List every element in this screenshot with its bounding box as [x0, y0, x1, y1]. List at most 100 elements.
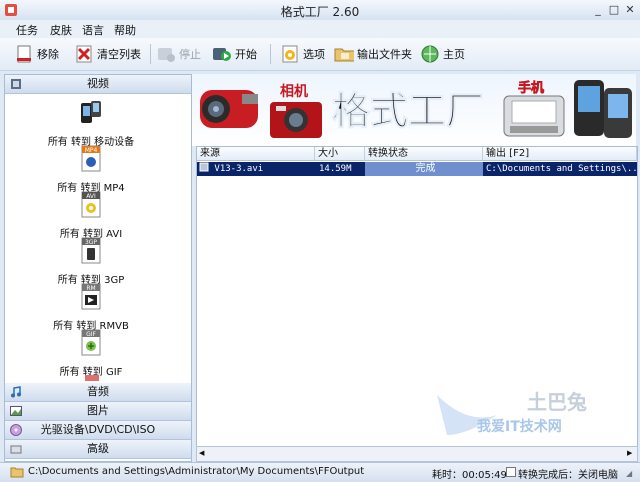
menu-skin[interactable]: 皮肤 — [50, 22, 72, 38]
disc-icon — [10, 424, 22, 436]
camcorder-icon — [200, 90, 258, 128]
column-header-size[interactable]: 大小 — [315, 147, 365, 161]
category-image-label: 图片 — [87, 404, 109, 417]
options-button[interactable]: 选项 — [280, 42, 325, 66]
watermark-logo: 土巴兔 我爱IT技术网 — [437, 390, 587, 435]
output-folder-button[interactable]: 输出文件夹 — [334, 42, 412, 66]
horizontal-scrollbar[interactable]: ◀ ▶ — [196, 446, 638, 462]
task-table: 来源 大小 转换状态 输出 [F2] V13-3.avi 14.59M 完成 C… — [196, 146, 638, 448]
category-video[interactable]: 视频 — [5, 75, 191, 94]
svg-text:RM: RM — [86, 285, 95, 292]
phone-caption: 手机 — [518, 80, 544, 96]
globe-home-icon — [421, 45, 439, 63]
svg-text:GIF: GIF — [86, 331, 96, 338]
maximize-button[interactable]: □ — [606, 3, 622, 17]
film-icon — [11, 79, 21, 89]
svg-text:3GP: 3GP — [85, 239, 97, 246]
remove-label: 移除 — [37, 48, 59, 61]
status-bar: C:\Documents and Settings\Administrator\… — [0, 462, 640, 482]
output-path: C:\Documents and Settings\Administrator\… — [28, 466, 365, 477]
svg-text:我爱IT技术网: 我爱IT技术网 — [477, 418, 562, 435]
avi-file-icon: AVI — [81, 191, 101, 218]
table-row[interactable]: V13-3.avi 14.59M 完成 C:\Documents and Set… — [197, 162, 637, 176]
remove-button[interactable]: 移除 — [14, 42, 59, 66]
svg-text:AVI: AVI — [86, 193, 96, 200]
clear-x-icon — [76, 45, 92, 63]
toolbar: 移除 清空列表 停止 开始 选项 输出文件夹 主页 — [0, 38, 640, 71]
pda-icon — [574, 80, 632, 138]
start-icon — [213, 48, 231, 61]
format-item-gif[interactable]: GIF 所有 转到 GIF — [5, 329, 177, 378]
start-label: 开始 — [235, 48, 257, 61]
format-item-rmvb[interactable]: RM 所有 转到 RMVB — [5, 283, 177, 332]
stop-button[interactable]: 停止 — [156, 42, 201, 66]
video-file-icon — [199, 162, 209, 172]
source-text: V13-3.avi — [214, 164, 264, 174]
stop-label: 停止 — [179, 48, 201, 61]
menu-help[interactable]: 帮助 — [114, 22, 136, 38]
music-note-icon — [11, 386, 21, 398]
checkbox-icon[interactable] — [506, 467, 516, 477]
banner: 相机 格式工厂 手机 — [192, 74, 636, 146]
menu-task[interactable]: 任务 — [16, 22, 38, 38]
svg-text:土巴兔: 土巴兔 — [527, 390, 587, 414]
clear-list-button[interactable]: 清空列表 — [74, 42, 141, 66]
minimize-button[interactable]: _ — [590, 3, 606, 17]
3gp-file-icon: 3GP — [81, 237, 101, 264]
title-bar: 格式工厂 2.60 _ □ ✕ — [0, 0, 640, 21]
column-header-output[interactable]: 输出 [F2] — [483, 147, 637, 161]
banner-art: 相机 格式工厂 手机 — [200, 80, 632, 138]
next-format-icon — [85, 375, 99, 381]
category-video-label: 视频 — [87, 77, 109, 90]
cell-source: V13-3.avi — [197, 162, 315, 176]
category-advanced[interactable]: 高级 — [5, 440, 191, 459]
camera-icon — [270, 102, 322, 138]
rmvb-file-icon: RM — [81, 283, 101, 310]
menu-language[interactable]: 语言 — [82, 22, 104, 38]
category-audio[interactable]: 音频 — [5, 383, 191, 402]
camera-caption: 相机 — [280, 83, 308, 100]
clear-list-label: 清空列表 — [97, 48, 141, 61]
resize-grip[interactable]: ◢ — [626, 469, 636, 479]
home-button[interactable]: 主页 — [420, 42, 465, 66]
toolbar-separator — [270, 44, 271, 64]
toolbar-separator — [150, 44, 151, 64]
after-complete-option[interactable]: 转换完成后：关闭电脑 — [518, 466, 618, 481]
banner-title: 格式工厂 — [332, 88, 484, 133]
category-image[interactable]: 图片 — [5, 402, 191, 421]
start-button[interactable]: 开始 — [212, 42, 257, 66]
category-audio-label: 音频 — [87, 385, 109, 398]
column-header-source[interactable]: 来源 — [197, 147, 315, 161]
stop-icon — [158, 48, 175, 62]
format-item-avi[interactable]: AVI 所有 转到 AVI — [5, 191, 177, 240]
tools-icon — [10, 445, 22, 454]
window-title: 格式工厂 2.60 — [280, 5, 360, 19]
column-header-status[interactable]: 转换状态 — [365, 147, 483, 161]
scroll-left-icon[interactable]: ◀ — [199, 449, 207, 457]
format-item-mp4[interactable]: MP4 所有 转到 MP4 — [5, 145, 177, 194]
format-item-3gp[interactable]: 3GP 所有 转到 3GP — [5, 237, 177, 286]
smartphone-icon — [503, 95, 565, 137]
scroll-right-icon[interactable]: ▶ — [627, 449, 635, 457]
conversion-panel: 视频 所有 转到 移动设备 MP4 所有 转到 MP4 AVI 所有 转到 AV… — [4, 74, 192, 462]
cell-output: C:\Documents and Settings\... — [486, 164, 637, 174]
elapsed-time: 耗时：00:05:49 — [432, 470, 507, 481]
gif-file-icon: GIF — [81, 329, 101, 356]
mp4-file-icon: MP4 — [81, 145, 101, 172]
cell-size: 14.59M — [319, 164, 352, 174]
options-label: 选项 — [303, 48, 325, 61]
document-remove-icon — [17, 45, 31, 63]
category-optical[interactable]: 光驱设备\DVD\CD\ISO — [5, 421, 191, 440]
format-item-mobile[interactable]: 所有 转到 移动设备 — [5, 99, 177, 148]
home-label: 主页 — [443, 48, 465, 61]
gear-icon — [282, 45, 298, 63]
picture-icon — [10, 406, 22, 416]
mobile-device-icon — [81, 101, 101, 123]
menu-bar: 任务 皮肤 语言 帮助 — [0, 20, 640, 38]
svg-text:MP4: MP4 — [85, 147, 98, 154]
folder-icon — [334, 48, 354, 62]
folder-icon[interactable] — [10, 466, 24, 478]
close-button[interactable]: ✕ — [622, 3, 638, 17]
output-folder-label: 输出文件夹 — [357, 48, 412, 61]
category-advanced-label: 高级 — [87, 442, 109, 455]
